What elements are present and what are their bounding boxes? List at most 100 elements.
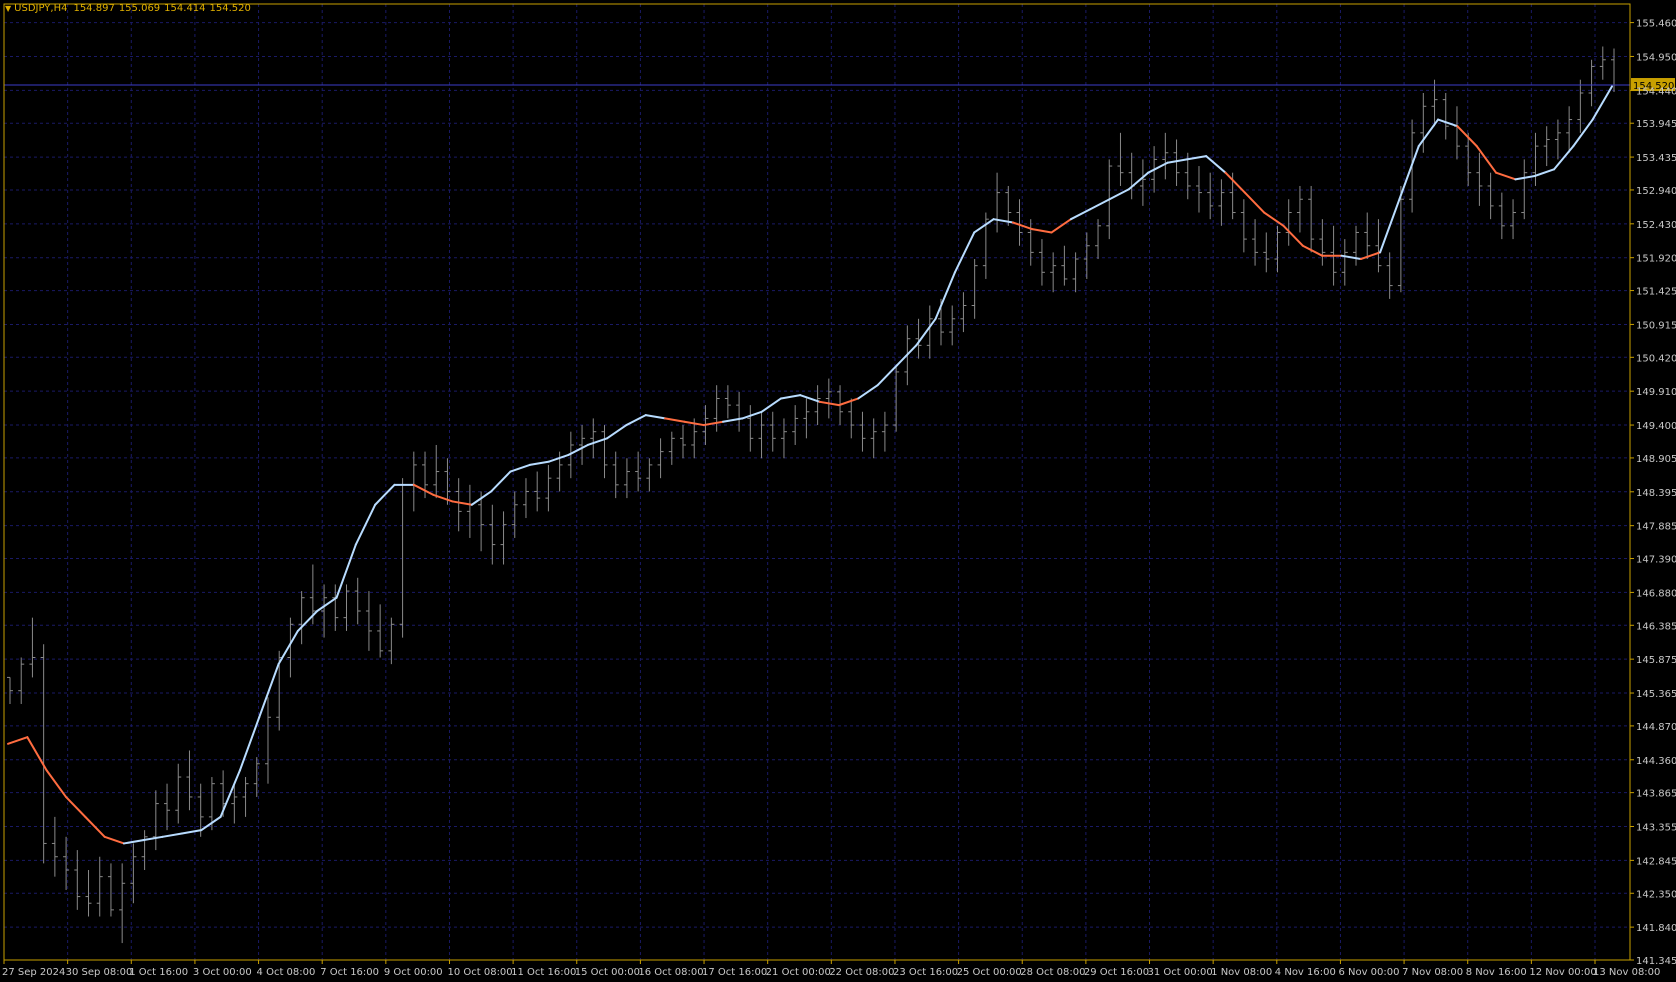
ohlc-bar: [859, 411, 866, 452]
ohlc-bar: [1308, 185, 1315, 253]
ohlc-bar: [612, 451, 619, 499]
ohlc-bar: [1285, 199, 1292, 246]
ohlc-bar: [1577, 79, 1584, 133]
x-tick-label: 8 Nov 16:00: [1466, 967, 1527, 978]
ohlc-bar: [1341, 239, 1348, 286]
x-tick-label: 10 Oct 08:00: [447, 967, 512, 978]
ohlc-bar: [1050, 252, 1057, 293]
ohlc-bar: [377, 604, 384, 658]
ma-segment: [1108, 188, 1130, 201]
ma-segment: [780, 394, 802, 400]
ohlc-bar: [298, 591, 305, 645]
ohlc-bar: [1027, 219, 1034, 266]
ohlc-bar: [40, 644, 47, 864]
x-tick-label: 16 Oct 08:00: [638, 967, 703, 978]
y-tick-label: 153.945: [1636, 119, 1676, 130]
ohlc-bars: [7, 46, 1617, 944]
x-tick-label: 17 Oct 16:00: [702, 967, 767, 978]
low-value: 154.414: [164, 3, 206, 14]
ohlc-bar: [343, 584, 350, 631]
y-tick-label: 141.345: [1636, 956, 1676, 967]
ohlc-bar: [579, 425, 586, 465]
ohlc-bar: [1061, 245, 1068, 286]
y-tick-label: 149.910: [1636, 387, 1676, 398]
price-axis[interactable]: 155.460 154.950 154.440 153.945 153.435 152.9…: [1630, 19, 1676, 967]
ma-segment: [1301, 244, 1324, 257]
ma-segment: [1553, 145, 1575, 171]
ma-segment: [625, 414, 647, 427]
ma-segment: [857, 384, 879, 400]
ma-segment: [1359, 251, 1382, 261]
x-tick-label: 1 Oct 16:00: [129, 967, 188, 978]
ohlc-bar: [1566, 106, 1573, 153]
ohlc-bar: [758, 411, 765, 459]
ohlc-bar: [926, 305, 933, 359]
collapse-triangle-icon[interactable]: ▼: [5, 4, 11, 13]
ohlc-bar: [780, 418, 787, 459]
ohlc-bar: [893, 365, 900, 432]
y-tick-label: 151.920: [1636, 254, 1676, 265]
ma-segment: [1147, 161, 1169, 174]
ohlc-bar: [971, 259, 978, 319]
ma-segment: [876, 364, 898, 387]
high-value: 155.069: [118, 3, 161, 14]
ohlc-bar: [747, 405, 754, 452]
ohlc-bar: [164, 783, 171, 831]
ohlc-bar: [1218, 179, 1225, 226]
x-tick-label: 22 Oct 08:00: [829, 967, 894, 978]
x-tick-label: 31 Oct 00:00: [1148, 967, 1213, 978]
y-tick-label: 141.840: [1636, 923, 1676, 934]
ohlc-bar: [1117, 132, 1124, 186]
ohlc-bar: [769, 411, 776, 452]
ohlc-bar: [1240, 199, 1247, 253]
ohlc-bar: [51, 816, 58, 877]
ohlc-bar: [1521, 159, 1528, 220]
y-tick-label: 152.430: [1636, 220, 1676, 231]
ohlc-bar: [365, 591, 372, 651]
ohlc-bar: [1554, 119, 1561, 160]
chart-window: 154.520 155.460 154.950 154.440 153.945 153.…: [0, 0, 1676, 982]
x-tick-label: 13 Nov 08:00: [1593, 967, 1660, 978]
ma-segment: [1456, 125, 1478, 148]
y-tick-label: 147.390: [1636, 555, 1676, 566]
ma-segment: [1031, 228, 1053, 234]
ma-segment: [103, 835, 125, 845]
x-tick-label: 12 Nov 00:00: [1529, 967, 1596, 978]
ohlc-bar: [1364, 212, 1371, 260]
ohlc-bar: [1252, 219, 1259, 266]
x-tick-label: 23 Oct 16:00: [893, 967, 958, 978]
ma-segment: [296, 610, 319, 632]
ohlc-bar: [175, 763, 182, 824]
ohlc-bar: [949, 305, 956, 346]
y-tick-label: 155.460: [1636, 19, 1676, 30]
ohlc-bar: [141, 830, 148, 871]
plot-frame: [3, 3, 1631, 961]
ma-segment: [64, 795, 87, 818]
x-tick-label: 7 Nov 08:00: [1402, 967, 1463, 978]
ohlc-bar: [1016, 199, 1023, 246]
ohlc-bar: [1139, 159, 1146, 206]
y-tick-label: 152.940: [1636, 186, 1676, 197]
moving-average-line: [7, 85, 1613, 845]
ohlc-bar: [1095, 219, 1102, 260]
ohlc-bar: [545, 464, 552, 512]
ma-segment: [490, 470, 512, 493]
ohlc-bar: [724, 385, 731, 419]
x-tick-label: 25 Oct 00:00: [957, 967, 1022, 978]
ohlc-bar: [332, 584, 339, 631]
ma-segment: [1379, 198, 1401, 254]
ma-segment: [7, 736, 29, 745]
ohlc-bar: [848, 398, 855, 439]
y-tick-label: 148.395: [1636, 488, 1676, 499]
ohlc-bar: [668, 431, 675, 465]
y-tick-label: 145.365: [1636, 689, 1676, 700]
price-chart[interactable]: 154.520 155.460 154.950 154.440 153.945 153.…: [0, 0, 1676, 982]
time-axis[interactable]: 27 Sep 2024 30 Sep 08:001 Oct 16:00 3 Oct …: [2, 960, 1660, 978]
ohlc-bar: [1442, 92, 1449, 140]
ma-segment: [1243, 191, 1266, 214]
ohlc-bar: [466, 484, 473, 538]
ma-segment: [1263, 211, 1285, 227]
ohlc-bar: [1128, 152, 1135, 200]
ohlc-bar: [1353, 225, 1360, 266]
y-tick-label: 143.355: [1636, 823, 1676, 834]
